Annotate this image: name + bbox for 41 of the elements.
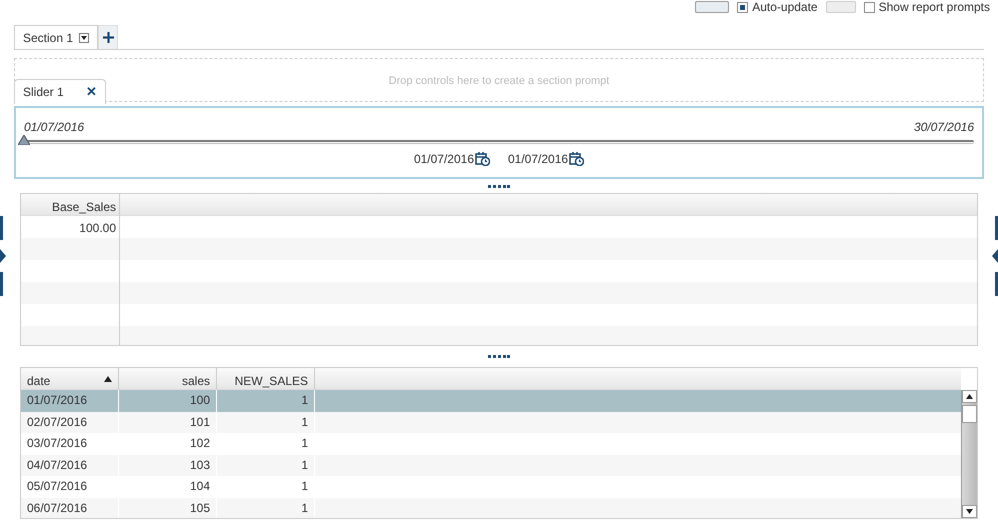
table-row[interactable]: 06/07/2016 105 1 — [21, 498, 961, 518]
dropdown-icon[interactable] — [79, 32, 90, 42]
column-header-label: NEW_SALES — [234, 373, 308, 390]
table-row[interactable]: 01/07/2016 100 1 — [21, 390, 961, 412]
resize-grip-icon[interactable] — [488, 355, 510, 358]
checkmark-icon — [740, 4, 746, 10]
column-header-label: date — [27, 373, 50, 390]
resize-grip-icon[interactable] — [488, 184, 510, 188]
calendar-icon[interactable] — [475, 152, 490, 166]
checkbox-label: Auto-update — [752, 1, 818, 13]
drop-zone-hint: Drop controls here to create a section prompt — [388, 74, 610, 87]
close-button[interactable]: ✕ — [86, 82, 97, 102]
table-row[interactable]: 04/07/2016 103 1 — [21, 454, 961, 476]
plus-icon — [102, 32, 114, 43]
slider-min-label: 01/07/2016 — [24, 119, 84, 136]
section-tab[interactable]: Section 1 — [14, 25, 98, 49]
scrollbar[interactable] — [961, 390, 977, 518]
checkbox-label: Show report prompts — [878, 1, 990, 13]
collapse-handle-icon[interactable] — [992, 216, 998, 296]
add-section-button[interactable] — [98, 25, 118, 49]
down-arrow-icon — [966, 509, 973, 514]
slider-tab[interactable]: Slider 1 ✕ — [14, 79, 106, 104]
scroll-down-button[interactable] — [962, 505, 977, 518]
table-cell: 06/07/2016 — [21, 498, 119, 518]
collapse-handle-icon[interactable] — [0, 216, 6, 296]
table-cell: 1 — [217, 498, 315, 518]
scroll-thumb[interactable] — [962, 405, 977, 423]
date-value: 01/07/2016 — [508, 151, 568, 168]
table-row[interactable]: 02/07/2016 101 1 — [21, 412, 961, 433]
slider-max-label: 30/07/2016 — [914, 119, 974, 136]
up-arrow-icon — [966, 394, 973, 399]
column-header-label: sales — [182, 373, 210, 390]
checkbox[interactable] — [737, 2, 748, 12]
scroll-up-button[interactable] — [962, 390, 977, 403]
slider-tab-label: Slider 1 — [23, 84, 64, 101]
slider-thumb[interactable] — [18, 135, 30, 145]
date-value: 01/07/2016 — [414, 151, 474, 168]
calendar-icon[interactable] — [569, 152, 584, 166]
table-cell: 105 — [119, 498, 217, 518]
checkbox[interactable] — [864, 2, 875, 12]
section-tab-label: Section 1 — [23, 30, 74, 46]
